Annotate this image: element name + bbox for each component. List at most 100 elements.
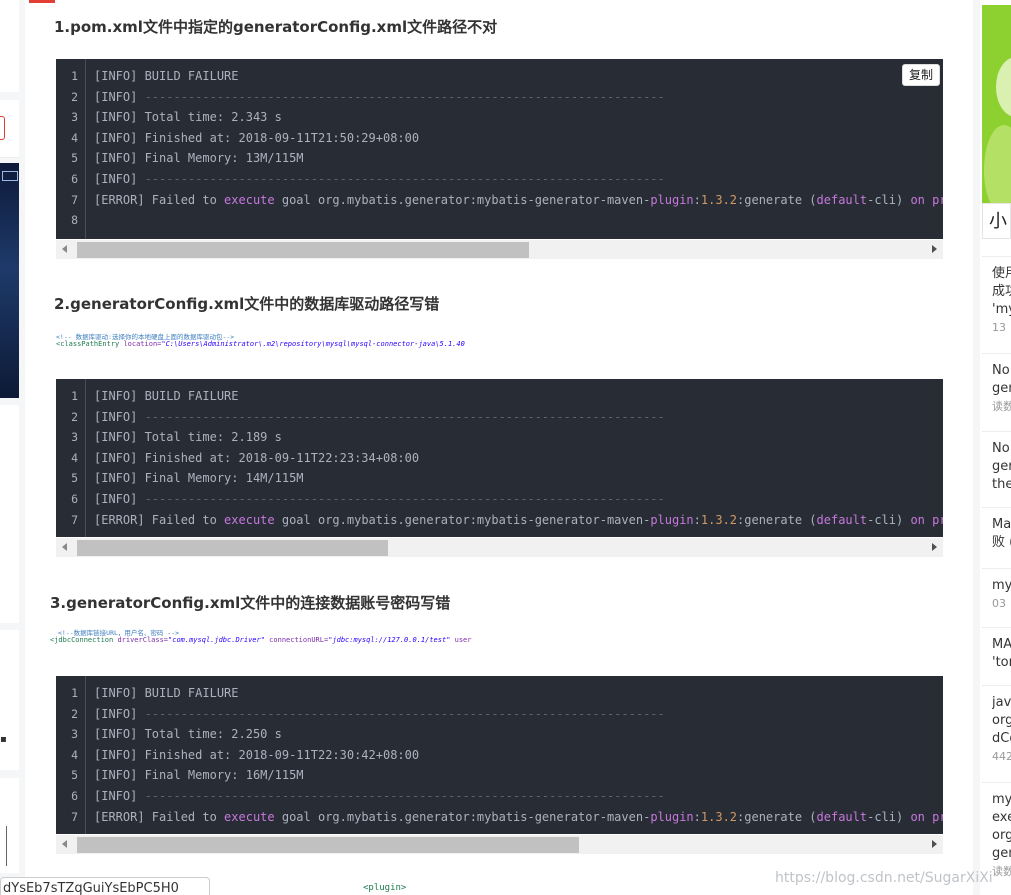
line-number: 6 bbox=[71, 492, 78, 506]
xml-tag: <jdbcConnection bbox=[50, 636, 114, 644]
xml-attr: location= bbox=[123, 340, 162, 348]
left-card bbox=[0, 405, 19, 623]
section-title-1: 1.pom.xml文件中指定的generatorConfig.xml文件路径不对 bbox=[54, 18, 498, 36]
divider bbox=[982, 256, 1011, 257]
code-block-1[interactable]: 复制 1 [INFO] BUILD FAILURE 2 [INFO] --------… bbox=[56, 59, 943, 239]
related-article-item[interactable]: No gen 读数 bbox=[992, 362, 1011, 416]
related-article-text: org bbox=[992, 828, 1011, 843]
left-card bbox=[0, 100, 19, 158]
line-number: 5 bbox=[71, 768, 78, 783]
related-article-item[interactable]: Ma 败 ( bbox=[992, 516, 1011, 552]
code-line: [ERROR] Failed to execute goal org.mybat… bbox=[94, 512, 943, 527]
left-card: ▪ bbox=[0, 630, 19, 770]
related-article-text: MA bbox=[992, 637, 1011, 652]
left-card bbox=[0, 0, 19, 92]
related-article-text: No bbox=[992, 363, 1010, 378]
code-line: [INFO] Final Memory: 13M/115M bbox=[94, 151, 304, 166]
scroll-left-arrow-icon[interactable] bbox=[62, 840, 67, 848]
xml-tag: <classPathEntry bbox=[56, 340, 120, 348]
related-article-item[interactable]: java org dCo 442 bbox=[992, 694, 1011, 766]
scroll-thumb[interactable] bbox=[77, 837, 579, 853]
code-line: [INFO] BUILD FAILURE bbox=[94, 389, 239, 403]
section-title-2: 2.generatorConfig.xml文件中的数据库驱动路径写错 bbox=[54, 295, 440, 313]
line-number: 3 bbox=[71, 430, 78, 445]
line-number: 5 bbox=[71, 151, 78, 166]
copy-button[interactable]: 复制 bbox=[902, 64, 940, 86]
related-article-item[interactable]: my 03 bbox=[992, 577, 1011, 613]
line-number: 2 bbox=[71, 706, 78, 721]
related-article-text: gen bbox=[992, 846, 1011, 861]
related-article-text: the bbox=[992, 477, 1011, 492]
config-code-line: <classPathEntry location="C:\Users\Admin… bbox=[56, 340, 465, 348]
related-article-text: gen bbox=[992, 459, 1011, 474]
scroll-right-arrow-icon[interactable] bbox=[932, 543, 937, 551]
xml-attr: user bbox=[454, 636, 472, 644]
code-scrollbar-1[interactable] bbox=[56, 240, 943, 259]
divider bbox=[982, 507, 1011, 508]
related-article-meta: 读数 bbox=[992, 865, 1011, 878]
left-sidebar: ▪ bbox=[0, 0, 20, 895]
code-block-2[interactable]: 1 [INFO] BUILD FAILURE 2 [INFO] -----------… bbox=[56, 379, 943, 537]
line-number-gutter bbox=[56, 59, 86, 239]
related-article-item[interactable]: MA 'tor bbox=[992, 636, 1011, 672]
related-article-item[interactable]: 使用成功 'my 13 bbox=[992, 265, 1011, 337]
code-scrollbar-2[interactable] bbox=[56, 538, 943, 557]
ad-badge bbox=[2, 171, 18, 181]
xml-plugin-tag: <plugin> bbox=[363, 883, 407, 893]
xml-value: "com.mysql.jdbc.Driver" bbox=[168, 636, 265, 644]
avatar-shape bbox=[996, 57, 1011, 117]
divider bbox=[982, 782, 1011, 783]
divider bbox=[982, 431, 1011, 432]
ad-banner[interactable] bbox=[0, 163, 19, 398]
scroll-left-arrow-icon[interactable] bbox=[62, 245, 67, 253]
related-article-text: 使用 bbox=[992, 266, 1011, 281]
related-article-text: gen bbox=[992, 381, 1011, 396]
code-line: [INFO] Finished at: 2018-09-11T22:23:34+… bbox=[94, 450, 420, 465]
author-avatar[interactable] bbox=[982, 5, 1011, 203]
scroll-left-arrow-icon[interactable] bbox=[62, 543, 67, 551]
line-number: 3 bbox=[71, 727, 78, 742]
xml-value: "jdbc:mysql://127.0.0.1/test" bbox=[328, 636, 451, 644]
line-number: 3 bbox=[71, 110, 78, 125]
code-line: [INFO] Total time: 2.250 s bbox=[94, 727, 282, 742]
scroll-thumb[interactable] bbox=[77, 540, 388, 556]
line-number: 4 bbox=[71, 450, 78, 465]
code-scrollbar-3[interactable] bbox=[56, 835, 943, 854]
code-line: [INFO] Total time: 2.343 s bbox=[94, 110, 282, 125]
related-article-text: 成功 bbox=[992, 284, 1011, 299]
code-line: [INFO] Total time: 2.189 s bbox=[94, 430, 282, 445]
code-line: [INFO] Final Memory: 16M/115M bbox=[94, 768, 304, 783]
related-article-item[interactable]: my exe org gen 读数 bbox=[992, 791, 1011, 881]
bottom-bar-text[interactable]: dYsEb7sTZqGuiYsEbPC5H0 bbox=[0, 877, 210, 895]
related-article-text: my bbox=[992, 792, 1011, 807]
scroll-right-arrow-icon[interactable] bbox=[932, 840, 937, 848]
line-number: 6 bbox=[71, 789, 78, 803]
related-article-text: dCo bbox=[992, 731, 1011, 746]
code-line: [INFO] Finished at: 2018-09-11T22:30:42+… bbox=[94, 747, 420, 762]
config-code-line: <jdbcConnection driverClass="com.mysql.j… bbox=[50, 636, 471, 644]
code-block-3[interactable]: 1 [INFO] BUILD FAILURE 2 [INFO] -----------… bbox=[56, 676, 943, 834]
code-line: [INFO] Final Memory: 14M/115M bbox=[94, 471, 304, 486]
related-article-text: 'my bbox=[992, 302, 1011, 317]
follow-button[interactable] bbox=[0, 116, 5, 140]
xml-attr: driverClass= bbox=[117, 636, 169, 644]
related-article-text: org bbox=[992, 713, 1011, 728]
line-number: 4 bbox=[71, 747, 78, 762]
code-line: [INFO] BUILD FAILURE bbox=[94, 69, 239, 83]
divider bbox=[982, 568, 1011, 569]
related-article-text: my bbox=[992, 578, 1011, 593]
code-line: [ERROR] Failed to execute goal org.mybat… bbox=[94, 809, 943, 824]
line-number: 2 bbox=[71, 89, 78, 104]
scroll-right-arrow-icon[interactable] bbox=[932, 245, 937, 253]
line-number: 5 bbox=[71, 471, 78, 486]
line-number: 1 bbox=[71, 686, 78, 700]
line-number: 4 bbox=[71, 130, 78, 145]
related-article-meta: 13 bbox=[992, 321, 1006, 334]
xml-value: "C:\Users\Administrator\.m2\repository\m… bbox=[161, 340, 465, 348]
line-number: 7 bbox=[71, 512, 78, 527]
related-article-meta: 442 bbox=[992, 750, 1011, 763]
related-article-item[interactable]: No gen the bbox=[992, 440, 1011, 494]
divider bbox=[982, 627, 1011, 628]
scroll-thumb[interactable] bbox=[77, 242, 529, 258]
section-title-3: 3.generatorConfig.xml文件中的连接数据账号密码写错 bbox=[50, 594, 451, 612]
